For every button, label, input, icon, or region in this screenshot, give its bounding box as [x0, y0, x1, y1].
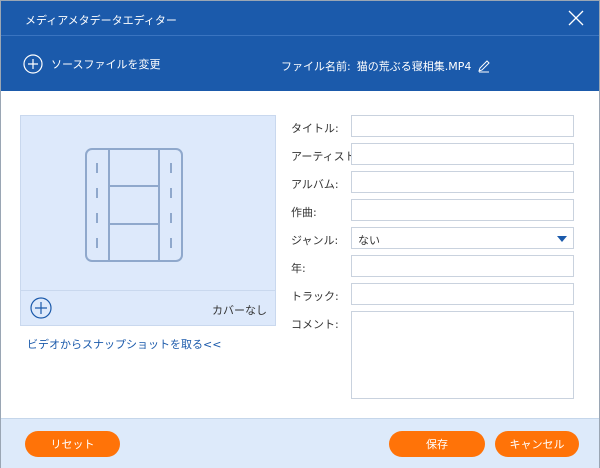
window-title: メディアメタデータエディター — [25, 14, 177, 27]
artist-input[interactable] — [351, 143, 574, 165]
comment-textarea[interactable] — [351, 311, 574, 399]
composer-input[interactable] — [351, 199, 574, 221]
header-bar: ソースファイルを変更 ファイル名前: 猫の荒ぶる寝相集.MP4 — [1, 36, 599, 91]
change-source-label: ソースファイルを変更 — [51, 58, 161, 71]
title-bar: メディアメタデータエディター — [1, 1, 599, 36]
no-cover-text: カバーなし — [212, 304, 267, 317]
file-name-area: ファイル名前: 猫の荒ぶる寝相集.MP4 — [281, 58, 491, 74]
save-button[interactable]: 保存 — [389, 431, 485, 457]
add-cover-icon[interactable] — [30, 297, 52, 319]
pencil-icon[interactable] — [477, 59, 491, 73]
title-input[interactable] — [351, 115, 574, 137]
reset-button[interactable]: リセット — [25, 431, 120, 457]
composer-label: 作曲: — [291, 206, 317, 219]
close-icon[interactable] — [567, 9, 585, 27]
metadata-editor-window: メディアメタデータエディター ソースファイルを変更 ファイル名前: 猫の荒ぶる寝… — [0, 0, 600, 468]
track-input[interactable] — [351, 283, 574, 305]
album-label: アルバム: — [291, 178, 339, 191]
comment-label: コメント: — [291, 318, 339, 331]
album-input[interactable] — [351, 171, 574, 193]
file-name-label: ファイル名前: — [281, 60, 351, 73]
snapshot-link[interactable]: ビデオからスナップショットを取る<< — [27, 336, 221, 352]
cover-panel: カバーなし — [20, 115, 276, 326]
cancel-button[interactable]: キャンセル — [495, 431, 579, 457]
file-name: 猫の荒ぶる寝相集.MP4 — [356, 60, 472, 73]
genre-select[interactable]: ない — [351, 227, 574, 249]
plus-circle-icon — [23, 54, 43, 74]
artist-label: アーティスト: — [291, 150, 360, 163]
film-icon — [85, 148, 183, 262]
year-input[interactable] — [351, 255, 574, 277]
track-label: トラック: — [291, 290, 339, 303]
title-label: タイトル: — [291, 122, 339, 135]
genre-value: ない — [358, 234, 380, 247]
year-label: 年: — [291, 262, 306, 275]
change-source-button[interactable]: ソースファイルを変更 — [23, 54, 160, 74]
cover-toolbar: カバーなし — [21, 290, 275, 325]
footer-bar: リセット 保存 キャンセル — [1, 418, 599, 468]
genre-label: ジャンル: — [291, 234, 339, 247]
